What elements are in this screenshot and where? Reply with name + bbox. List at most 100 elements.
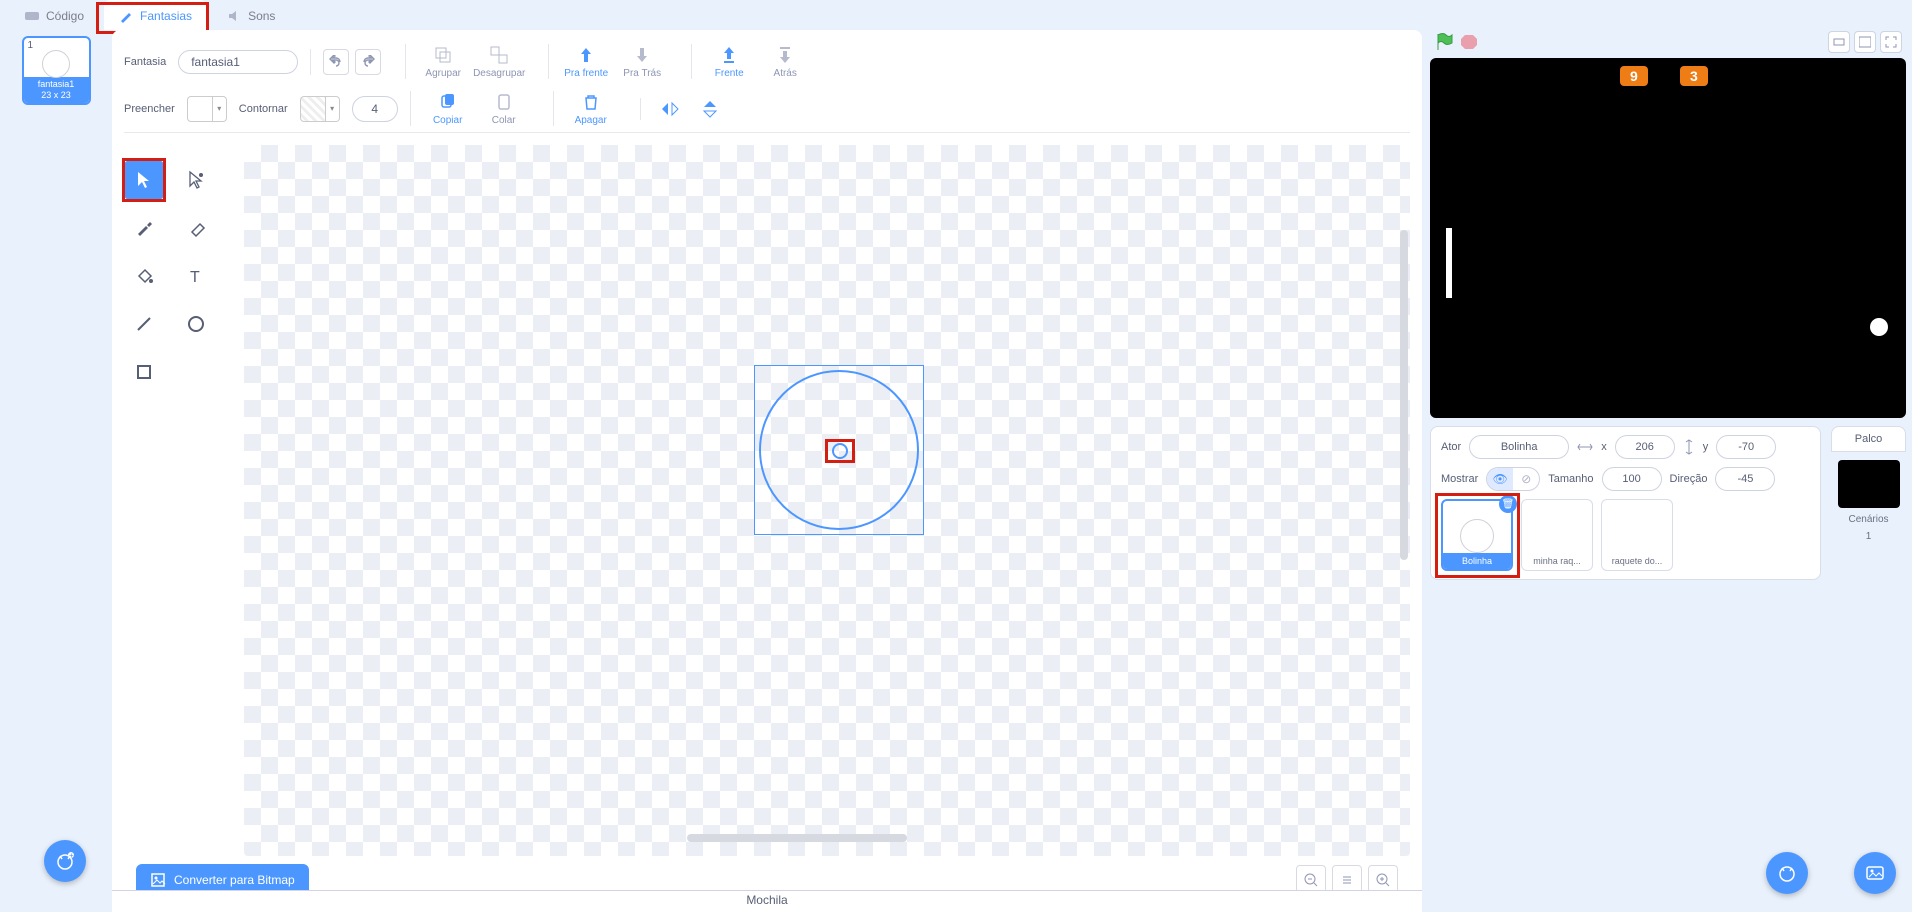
brush-icon bbox=[118, 8, 134, 24]
text-icon: T bbox=[186, 266, 206, 286]
copy-button[interactable]: Copiar bbox=[423, 91, 473, 126]
fill-color-picker[interactable]: ▾ bbox=[187, 96, 227, 122]
brush-icon bbox=[134, 218, 154, 238]
back-button[interactable]: Atrás bbox=[760, 44, 810, 79]
backdrops-label: Cenários bbox=[1848, 514, 1888, 525]
sprite-name-input[interactable] bbox=[1469, 435, 1569, 459]
reshape-icon bbox=[186, 170, 206, 190]
costume-thumb-1[interactable]: 1 fantasia1 23 x 23 bbox=[22, 36, 91, 105]
y-label: y bbox=[1703, 441, 1709, 453]
forward-button[interactable]: Pra frente bbox=[561, 44, 611, 79]
line-tool[interactable] bbox=[124, 304, 164, 344]
front-icon bbox=[720, 46, 738, 64]
add-sprite-fab[interactable] bbox=[1766, 852, 1808, 894]
svg-text:+: + bbox=[69, 851, 74, 860]
xy-icon bbox=[1577, 441, 1593, 453]
bitmap-icon bbox=[150, 872, 166, 888]
stage-fullscreen-button[interactable] bbox=[1880, 31, 1902, 53]
rotation-center-marker[interactable] bbox=[832, 443, 848, 459]
sprite-card-label: Bolinha bbox=[1443, 553, 1511, 569]
eye-open-icon: 👁 bbox=[1487, 468, 1513, 490]
fill-swatch bbox=[187, 96, 213, 122]
forward-icon bbox=[577, 46, 595, 64]
flip-v-icon bbox=[702, 99, 718, 119]
fill-tool[interactable] bbox=[124, 256, 164, 296]
green-flag-icon[interactable] bbox=[1434, 32, 1454, 52]
small-stage-icon bbox=[1833, 36, 1845, 48]
stop-icon[interactable] bbox=[1460, 33, 1478, 51]
visibility-toggle[interactable]: 👁 ⊘ bbox=[1486, 467, 1540, 491]
copy-icon bbox=[439, 93, 457, 111]
trash-icon bbox=[582, 93, 600, 111]
x-label: x bbox=[1601, 441, 1607, 453]
front-button[interactable]: Frente bbox=[704, 44, 754, 79]
tab-code[interactable]: Código bbox=[10, 0, 98, 30]
y-icon bbox=[1683, 439, 1695, 455]
select-tool[interactable] bbox=[124, 160, 164, 200]
cat-plus-icon: + bbox=[54, 850, 76, 872]
costume-name: fantasia1 bbox=[24, 79, 89, 90]
ungroup-icon bbox=[490, 46, 508, 64]
stage-large-button[interactable] bbox=[1854, 31, 1876, 53]
x-input[interactable] bbox=[1615, 435, 1675, 459]
sprite-card-minha-raq[interactable]: minha raq... bbox=[1521, 499, 1593, 571]
costume-name-label: Fantasia bbox=[124, 56, 166, 68]
outline-color-picker[interactable]: ▾ bbox=[300, 96, 340, 122]
back-icon bbox=[776, 46, 794, 64]
sprite-card-raquete-do[interactable]: raquete do... bbox=[1601, 499, 1673, 571]
costume-index: 1 bbox=[28, 40, 34, 51]
tab-sounds[interactable]: Sons bbox=[212, 0, 289, 30]
add-costume-fab[interactable]: + bbox=[44, 840, 86, 882]
sprite-card-bolinha[interactable]: 🗑 Bolinha bbox=[1441, 499, 1513, 571]
y-input[interactable] bbox=[1716, 435, 1776, 459]
circle-tool[interactable] bbox=[176, 304, 216, 344]
paint-canvas[interactable] bbox=[244, 145, 1410, 856]
stage-small-button[interactable] bbox=[1828, 31, 1850, 53]
delete-sprite-button[interactable]: 🗑 bbox=[1499, 495, 1517, 513]
sprite-card-label: raquete do... bbox=[1612, 552, 1663, 570]
line-icon bbox=[134, 314, 154, 334]
flip-horizontal-button[interactable] bbox=[653, 98, 687, 120]
zoom-in-icon bbox=[1376, 873, 1390, 887]
paste-button[interactable]: Colar bbox=[479, 91, 529, 126]
group-button[interactable]: Agrupar bbox=[418, 44, 468, 79]
costume-name-input[interactable] bbox=[178, 50, 298, 74]
rect-tool[interactable] bbox=[124, 352, 164, 392]
stage-preview[interactable]: 9 3 bbox=[1430, 58, 1906, 418]
reshape-tool[interactable] bbox=[176, 160, 216, 200]
costume-preview-icon bbox=[42, 50, 70, 78]
image-plus-icon bbox=[1864, 862, 1886, 884]
backward-button[interactable]: Pra Trás bbox=[617, 44, 667, 79]
zoom-reset-icon bbox=[1340, 873, 1354, 887]
zoom-out-icon bbox=[1304, 873, 1318, 887]
canvas-scrollbar-vertical[interactable] bbox=[1400, 230, 1408, 560]
text-tool[interactable]: T bbox=[176, 256, 216, 296]
tab-sounds-label: Sons bbox=[248, 9, 275, 23]
score-left: 9 bbox=[1620, 66, 1648, 86]
tab-costumes[interactable]: Fantasias bbox=[104, 0, 206, 30]
square-icon bbox=[134, 362, 154, 382]
brush-tool[interactable] bbox=[124, 208, 164, 248]
backpack-bar[interactable]: Mochila bbox=[112, 890, 1422, 912]
direction-input[interactable] bbox=[1715, 467, 1775, 491]
undo-icon bbox=[329, 55, 343, 69]
canvas-scrollbar-horizontal[interactable] bbox=[687, 834, 907, 842]
eraser-tool[interactable] bbox=[176, 208, 216, 248]
redo-button[interactable] bbox=[355, 49, 381, 75]
show-label: Mostrar bbox=[1441, 473, 1478, 485]
outline-width-input[interactable] bbox=[352, 96, 398, 122]
redo-icon bbox=[361, 55, 375, 69]
backward-icon bbox=[633, 46, 651, 64]
size-label: Tamanho bbox=[1548, 473, 1593, 485]
stage-thumbnail[interactable] bbox=[1838, 460, 1900, 508]
bucket-icon bbox=[134, 266, 154, 286]
svg-text:T: T bbox=[190, 269, 200, 286]
size-input[interactable] bbox=[1602, 467, 1662, 491]
ungroup-button[interactable]: Desagrupar bbox=[474, 44, 524, 79]
sprite-thumb-icon bbox=[1460, 519, 1494, 553]
undo-button[interactable] bbox=[323, 49, 349, 75]
flip-vertical-button[interactable] bbox=[693, 98, 727, 120]
add-backdrop-fab[interactable] bbox=[1854, 852, 1896, 894]
code-icon bbox=[24, 8, 40, 24]
delete-button[interactable]: Apagar bbox=[566, 91, 616, 126]
